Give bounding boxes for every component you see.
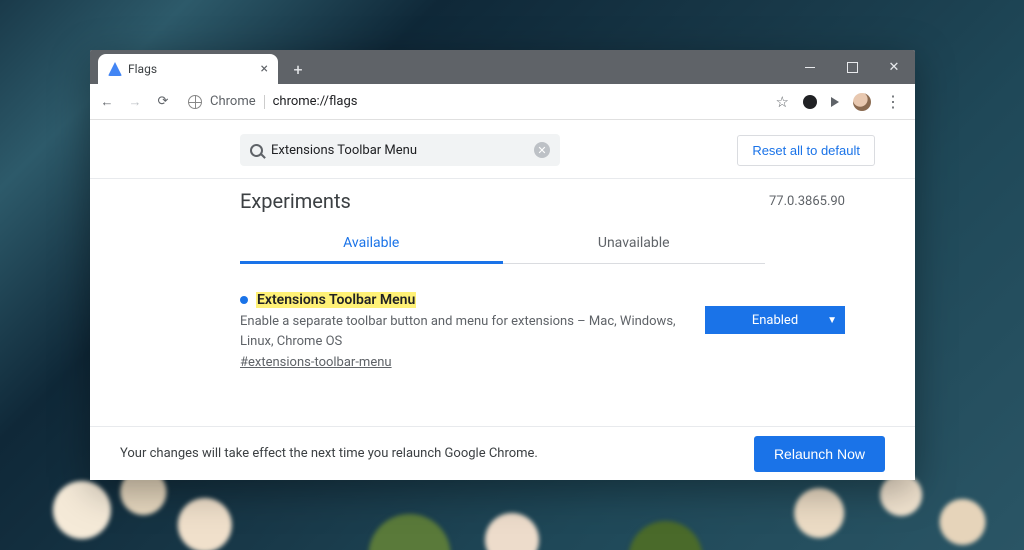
flask-icon: [108, 62, 122, 76]
search-icon: [250, 144, 263, 157]
flag-item: Extensions Toolbar Menu Enable a separat…: [90, 264, 915, 370]
footer-message: Your changes will take effect the next t…: [120, 446, 538, 461]
flag-state-value: Enabled: [752, 313, 798, 328]
tab-available[interactable]: Available: [240, 225, 503, 264]
tab-unavailable[interactable]: Unavailable: [503, 225, 766, 264]
extension-icon[interactable]: [803, 95, 817, 109]
page-title: Experiments: [240, 189, 351, 213]
clear-search-icon[interactable]: ✕: [534, 142, 550, 158]
profile-avatar[interactable]: [853, 93, 871, 111]
flag-title: Extensions Toolbar Menu: [256, 292, 416, 308]
chrome-version: 77.0.3865.90: [769, 194, 845, 209]
forward-button[interactable]: →: [126, 94, 144, 110]
reload-button[interactable]: ⟳: [154, 94, 172, 109]
titlebar: Flags × +: [90, 50, 915, 84]
tab-title: Flags: [128, 62, 157, 76]
reset-all-button[interactable]: Reset all to default: [737, 135, 875, 166]
toolbar-actions: ☆ ⋮: [776, 92, 901, 111]
flag-description: Enable a separate toolbar button and men…: [240, 312, 685, 351]
site-info-icon[interactable]: [188, 95, 202, 109]
header-row: Experiments 77.0.3865.90: [90, 179, 915, 213]
menu-kebab-icon[interactable]: ⋮: [885, 92, 901, 111]
search-row: Extensions Toolbar Menu ✕ Reset all to d…: [90, 120, 915, 179]
minimize-button[interactable]: [789, 50, 831, 84]
omnibox-separator: [264, 95, 265, 109]
play-icon[interactable]: [831, 97, 839, 107]
close-tab-icon[interactable]: ×: [261, 61, 268, 77]
new-tab-button[interactable]: +: [286, 57, 310, 81]
maximize-button[interactable]: [831, 50, 873, 84]
flags-search-input[interactable]: Extensions Toolbar Menu ✕: [240, 134, 560, 166]
search-value: Extensions Toolbar Menu: [271, 143, 526, 158]
flag-status-dot-icon: [240, 296, 248, 304]
omnibox[interactable]: Chrome chrome://flags: [182, 94, 766, 109]
back-button[interactable]: ←: [98, 94, 116, 110]
bookmark-star-icon[interactable]: ☆: [776, 93, 789, 111]
browser-tab[interactable]: Flags ×: [98, 54, 278, 84]
omnibox-url: chrome://flags: [273, 94, 358, 109]
window-controls: [789, 50, 915, 84]
browser-toolbar: ← → ⟳ Chrome chrome://flags ☆ ⋮: [90, 84, 915, 120]
chevron-down-icon: ▼: [827, 315, 837, 326]
page-content: Extensions Toolbar Menu ✕ Reset all to d…: [90, 120, 915, 480]
flag-hash-link[interactable]: #extensions-toolbar-menu: [240, 355, 392, 370]
chrome-window: Flags × + ← → ⟳ Chrome chrome://flags ☆ …: [90, 50, 915, 480]
close-window-button[interactable]: [873, 50, 915, 84]
tabs-row: Available Unavailable: [90, 213, 915, 264]
omnibox-scheme: Chrome: [210, 94, 256, 109]
footer-bar: Your changes will take effect the next t…: [90, 426, 915, 480]
flag-state-select[interactable]: Enabled ▼: [705, 306, 845, 334]
relaunch-button[interactable]: Relaunch Now: [754, 436, 885, 472]
